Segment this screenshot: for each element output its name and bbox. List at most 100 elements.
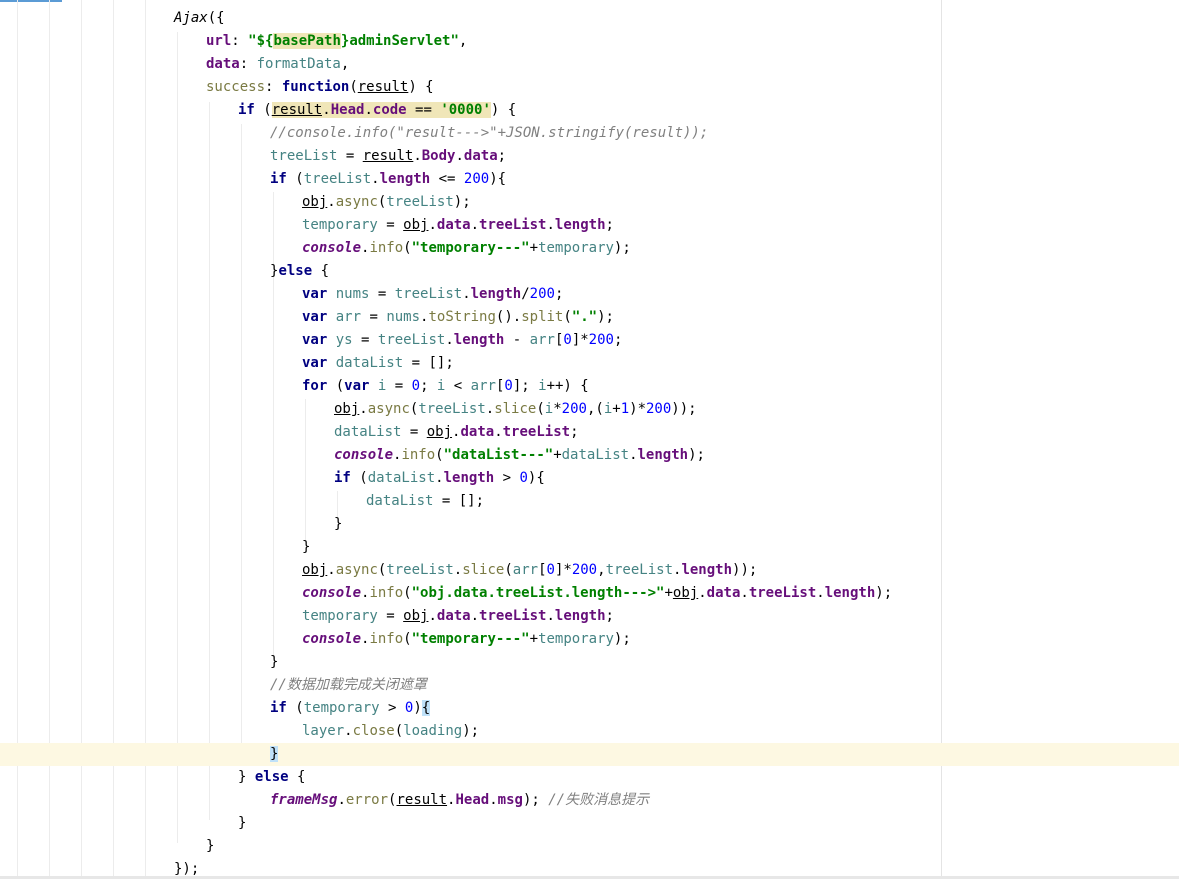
code-line[interactable]: var nums = treeList.length/200; — [0, 283, 1179, 306]
code-line[interactable]: success: function(result) { — [0, 76, 1179, 99]
code-line[interactable]: if (treeList.length <= 200){ — [0, 168, 1179, 191]
code-line[interactable]: temporary = obj.data.treeList.length; — [0, 214, 1179, 237]
code-token: ); — [522, 792, 549, 808]
code-token: . — [629, 447, 638, 463]
code-token: ( — [403, 240, 412, 256]
code-token: ); — [875, 585, 893, 601]
code-line[interactable]: layer.close(loading); — [0, 720, 1179, 743]
code-token: { — [288, 769, 306, 785]
code-token: dataList — [335, 355, 404, 371]
code-line[interactable]: obj.async(treeList.slice(arr[0]*200,tree… — [0, 559, 1179, 582]
code-line[interactable]: var dataList = []; — [0, 352, 1179, 375]
scroll-position-marker — [0, 0, 62, 2]
code-token: . — [445, 332, 454, 348]
code-token: = []; — [433, 493, 485, 509]
code-token: async — [335, 562, 378, 578]
code-token: arr — [335, 309, 362, 325]
code-token: ( — [254, 102, 272, 118]
code-token: . — [435, 470, 444, 486]
code-line[interactable]: } — [0, 812, 1179, 835]
code-token: i — [603, 401, 613, 417]
code-line[interactable]: if (temporary > 0){ — [0, 697, 1179, 720]
code-line[interactable]: }else { — [0, 260, 1179, 283]
code-token: ; — [570, 424, 579, 440]
code-token: temporary — [302, 608, 378, 624]
code-token: dataList — [561, 447, 630, 463]
code-line[interactable]: frameMsg.error(result.Head.msg); //失败消息提… — [0, 789, 1179, 812]
code-token: arr — [529, 332, 555, 348]
code-line[interactable]: } — [0, 536, 1179, 559]
code-token: for — [302, 378, 328, 394]
code-line[interactable]: //console.info("result--->"+JSON.stringi… — [0, 122, 1179, 145]
code-text: var dataList = []; — [302, 352, 454, 375]
code-token: "temporary---" — [411, 240, 530, 256]
code-token: code — [372, 102, 407, 118]
code-token: ( — [403, 585, 412, 601]
code-line[interactable]: url: "${basePath}adminServlet", — [0, 30, 1179, 53]
code-token: ( — [349, 79, 358, 95]
code-line[interactable]: } else { — [0, 766, 1179, 789]
code-line[interactable]: console.info("dataList---"+dataList.leng… — [0, 444, 1179, 467]
code-line[interactable]: console.info("temporary---"+temporary); — [0, 237, 1179, 260]
code-token: 0 — [563, 332, 572, 348]
code-token: loading — [403, 723, 463, 739]
code-token: ( — [435, 447, 444, 463]
code-line[interactable]: console. info("obj.data.treeList.length--… — [0, 582, 1179, 605]
code-text: } — [302, 536, 310, 559]
code-line[interactable]: obj.async(treeList); — [0, 191, 1179, 214]
code-token: "." — [571, 309, 598, 325]
code-line[interactable]: obj.async(treeList.slice(i*200,(i+1)*200… — [0, 398, 1179, 421]
code-line[interactable]: treeList = result.Body.data; — [0, 145, 1179, 168]
code-editor[interactable]: Ajax({url: "${basePath}adminServlet", dat… — [0, 0, 1179, 879]
code-line[interactable]: dataList = obj.data.treeList; — [0, 421, 1179, 444]
code-text: } — [238, 812, 246, 835]
code-text: for (var i = 0; i < arr[0]; i++) { — [302, 375, 589, 398]
code-token: 200 — [561, 401, 587, 417]
code-token: close — [352, 723, 395, 739]
code-token: slice — [494, 401, 537, 417]
code-line[interactable]: Ajax({ — [0, 7, 1179, 30]
code-line[interactable]: } — [0, 835, 1179, 858]
code-token: . — [322, 102, 331, 118]
code-token: data — [436, 217, 471, 233]
code-token: { — [312, 263, 330, 279]
code-token: 200 — [571, 562, 598, 578]
code-line[interactable]: if (dataList.length > 0){ — [0, 467, 1179, 490]
code-token: length — [554, 217, 606, 233]
code-line[interactable]: if (result.Head.code == '0000') { — [0, 99, 1179, 122]
code-token: + — [529, 631, 539, 647]
code-token: )); — [671, 401, 697, 417]
code-token: . — [327, 562, 336, 578]
code-line[interactable]: data: formatData, — [0, 53, 1179, 76]
code-token: ( — [403, 631, 412, 647]
code-token: data — [706, 585, 741, 601]
code-token: 1 — [620, 401, 630, 417]
code-token: length — [554, 608, 606, 624]
code-line[interactable]: console.info("temporary---"+temporary); — [0, 628, 1179, 651]
code-token: + — [553, 447, 562, 463]
code-token: ]* — [554, 562, 572, 578]
code-token: var — [302, 309, 328, 325]
code-text: dataList = []; — [366, 490, 484, 513]
code-token: ]* — [571, 332, 589, 348]
code-line[interactable]: var ys = treeList.length - arr[0]*200; — [0, 329, 1179, 352]
code-token: . — [698, 585, 707, 601]
code-line[interactable]: temporary = obj.data.treeList.length; — [0, 605, 1179, 628]
current-code-line[interactable]: } — [0, 743, 1179, 766]
code-line[interactable]: for (var i = 0; i < arr[0]; i++) { — [0, 375, 1179, 398]
code-line[interactable]: var arr = nums.toString().split("."); — [0, 306, 1179, 329]
code-line[interactable]: dataList = []; — [0, 490, 1179, 513]
code-token: info — [369, 240, 404, 256]
code-text: temporary = obj.data.treeList.length; — [302, 214, 614, 237]
code-token: } — [302, 539, 311, 555]
code-token: console — [334, 447, 394, 463]
code-token: + — [529, 240, 539, 256]
code-token: ys — [335, 332, 353, 348]
code-text: dataList = obj.data.treeList; — [334, 421, 579, 444]
code-token: : — [265, 79, 282, 95]
code-line[interactable]: } — [0, 513, 1179, 536]
code-line[interactable]: } — [0, 651, 1179, 674]
code-line[interactable]: //数据加载完成关闭遮罩 — [0, 674, 1179, 697]
code-token: > — [494, 470, 520, 486]
